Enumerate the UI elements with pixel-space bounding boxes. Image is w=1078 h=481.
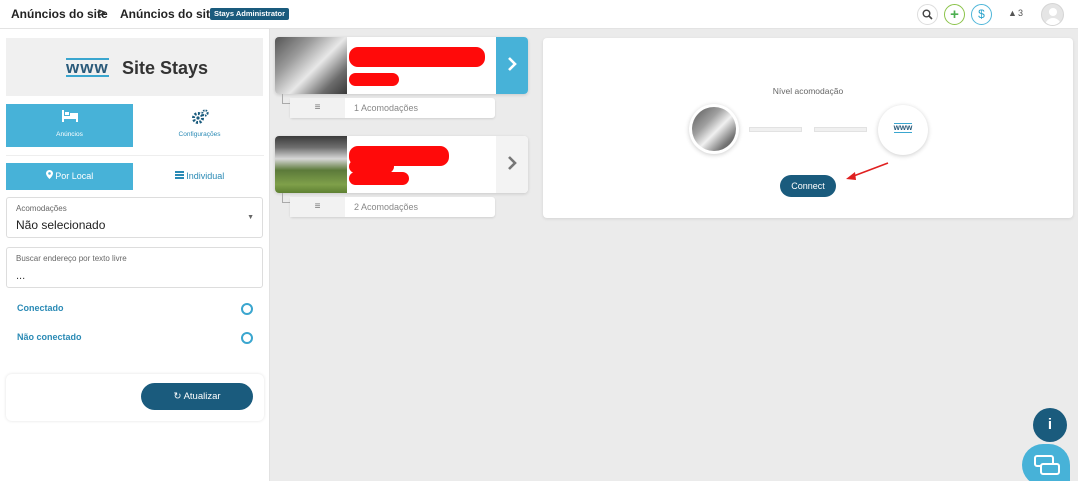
accommodation-count: 1 Acomodações <box>354 103 419 113</box>
site-logo-circle: www <box>878 105 928 155</box>
level-bar <box>814 127 867 132</box>
refresh-icon: ↻ <box>173 391 182 402</box>
listing-card[interactable] <box>275 136 528 193</box>
field-label: Acomodações <box>16 204 67 213</box>
chat-icon[interactable] <box>1022 444 1070 481</box>
annotation-arrow-icon <box>846 162 889 180</box>
tab-label: Por Local <box>55 171 94 181</box>
plus-icon[interactable]: + <box>944 4 965 25</box>
listing-photo <box>275 37 347 94</box>
accommodation-photo <box>689 104 739 154</box>
menu-icon[interactable]: ≡ <box>290 197 345 217</box>
level-bar <box>749 127 802 132</box>
radio-button[interactable] <box>241 303 253 315</box>
tab-label: Anúncios <box>56 131 83 138</box>
bed-icon <box>6 109 133 127</box>
panel-title: Nível acomodação <box>772 86 844 96</box>
role-badge: Stays Administrator <box>210 8 289 20</box>
filter-connected[interactable]: Conectado <box>17 303 257 317</box>
site-logo: www Site Stays <box>6 38 263 96</box>
search-value: ... <box>16 270 26 282</box>
tree-connector <box>282 193 290 203</box>
map-pin-icon <box>45 170 56 181</box>
breadcrumb-item[interactable]: Anúncios do site <box>11 7 108 21</box>
radio-button[interactable] <box>241 332 253 344</box>
redacted-title <box>349 47 485 67</box>
listing-card[interactable] <box>275 37 528 94</box>
tab-label: Individual <box>186 171 225 181</box>
breadcrumb-current: Anúncios do site <box>120 7 217 21</box>
logo-text: Site Stays <box>122 58 209 78</box>
field-label: Buscar endereço por texto livre <box>16 254 127 263</box>
tab-anuncios[interactable]: Anúncios <box>6 104 133 147</box>
search-icon[interactable] <box>917 4 938 25</box>
address-search-input[interactable]: Buscar endereço por texto livre ... <box>6 247 263 288</box>
listing-subcard[interactable]: ≡ 2 Acomodações <box>290 197 495 217</box>
www-logo-icon: www <box>66 58 109 77</box>
list-icon <box>174 171 187 181</box>
radio-label: Não conectado <box>17 332 82 342</box>
tab-configuracoes[interactable]: Configurações <box>136 104 263 147</box>
redacted-subtitle <box>349 73 399 86</box>
accommodation-select[interactable]: Acomodações Não selecionado ▼ <box>6 197 263 238</box>
divider <box>6 155 264 156</box>
alert-count: 3 <box>1018 8 1024 18</box>
chevron-right-icon[interactable] <box>496 37 528 94</box>
filter-not-connected[interactable]: Não conectado <box>17 332 257 346</box>
gears-icon <box>136 109 263 127</box>
menu-icon[interactable]: ≡ <box>290 98 345 118</box>
tree-connector <box>282 94 290 104</box>
radio-label: Conectado <box>17 303 64 313</box>
sidebar: www Site Stays Anúncios Configurações Po… <box>0 29 270 481</box>
www-logo-icon: www <box>893 123 913 133</box>
tab-individual[interactable]: Individual <box>136 163 263 190</box>
breadcrumb-separator-icon: > <box>98 5 106 20</box>
info-icon[interactable]: i <box>1033 408 1067 442</box>
sidebar-footer: ↻ Atualizar <box>6 374 264 421</box>
select-value: Não selecionado <box>16 218 106 232</box>
tab-label: Configurações <box>178 131 221 138</box>
alert-icon[interactable]: ▲ <box>1008 8 1017 18</box>
refresh-button[interactable]: ↻ Atualizar <box>141 383 253 410</box>
connection-panel: Nível acomodação www Connect <box>543 38 1073 218</box>
chevron-right-icon[interactable] <box>496 136 528 193</box>
accommodation-count: 2 Acomodações <box>354 202 419 212</box>
top-bar: Anúncios do site > Anúncios do site Stay… <box>0 0 1078 29</box>
tab-por-local[interactable]: Por Local <box>6 163 133 190</box>
redacted-subtitle <box>349 172 409 185</box>
listing-subcard[interactable]: ≡ 1 Acomodações <box>290 98 495 118</box>
listing-photo <box>275 136 347 193</box>
dollar-icon[interactable]: $ <box>971 4 992 25</box>
button-label: Atualizar <box>183 391 221 402</box>
caret-down-icon: ▼ <box>247 214 254 221</box>
avatar[interactable] <box>1041 3 1064 26</box>
connect-button[interactable]: Connect <box>780 175 836 197</box>
